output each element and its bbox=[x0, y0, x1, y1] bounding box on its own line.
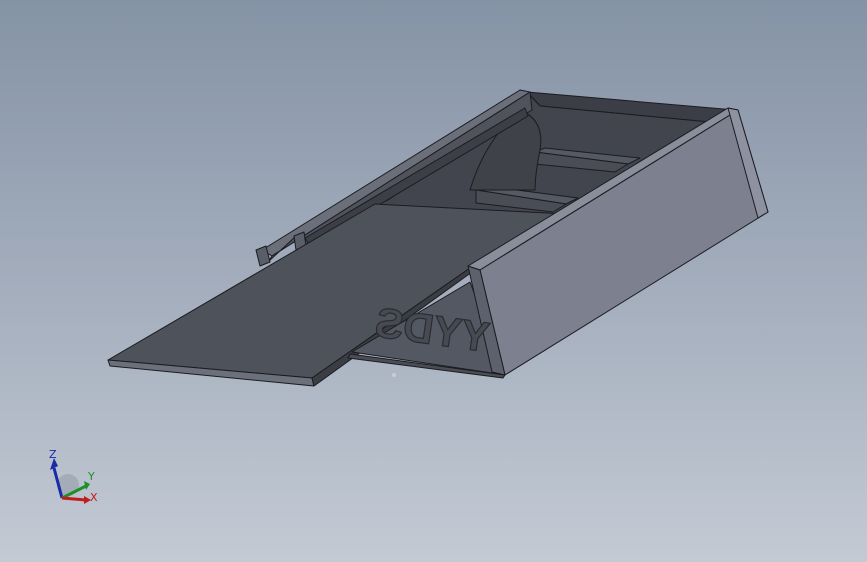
cad-model-view[interactable]: YYDS Z Y X bbox=[0, 0, 867, 562]
y-axis-label: Y bbox=[87, 470, 95, 483]
z-axis-label: Z bbox=[49, 448, 57, 461]
x-axis-label: X bbox=[90, 491, 98, 504]
origin-marker bbox=[392, 373, 396, 377]
graphics-viewport[interactable]: YYDS Z Y X bbox=[0, 0, 867, 562]
orientation-triad[interactable]: Z Y X bbox=[49, 448, 98, 504]
x-axis-icon bbox=[61, 496, 87, 502]
